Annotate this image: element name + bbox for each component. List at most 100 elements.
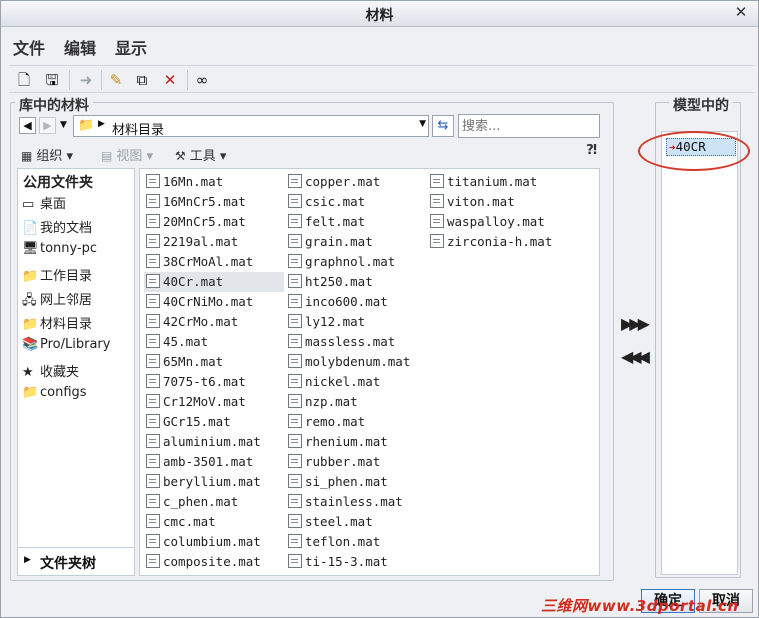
material-file[interactable]: copper.mat <box>286 172 424 192</box>
file-name: massless.mat <box>305 334 396 349</box>
folder-tree-toggle[interactable]: ▶ 文件夹树 <box>18 547 134 575</box>
place-item[interactable]: ★ 收藏夹 <box>22 361 79 380</box>
breadcrumb-arrow-icon: ▶ <box>98 119 105 129</box>
glasses-icon[interactable]: ∞ <box>191 69 213 91</box>
material-file[interactable]: amb-3501.mat <box>144 452 284 472</box>
history-dropdown[interactable]: ▼ <box>60 117 70 134</box>
material-file[interactable]: 16MnCr5.mat <box>144 192 284 212</box>
file-name: amb-3501.mat <box>163 454 254 469</box>
material-file[interactable]: nickel.mat <box>286 372 424 392</box>
file-icon <box>146 554 160 568</box>
material-file[interactable]: composite.mat <box>144 552 284 572</box>
view-menu[interactable]: ▤ 视图 ▾ <box>101 145 153 164</box>
place-item[interactable]: 📄 我的文档 <box>22 217 92 236</box>
material-file[interactable]: GCr15.mat <box>144 412 284 432</box>
menu-file[interactable]: 文件 <box>13 35 45 59</box>
tools-menu[interactable]: ⚒ 工具 ▾ <box>175 145 226 164</box>
forward-button[interactable]: ▶ <box>39 117 56 134</box>
material-file[interactable]: grain.mat <box>286 232 424 252</box>
place-item[interactable]: ▭ 桌面 <box>22 193 66 212</box>
file-name: grain.mat <box>305 234 373 249</box>
material-file[interactable]: 2219al.mat <box>144 232 284 252</box>
folder-icon: 📁 <box>22 317 39 332</box>
file-name: copper.mat <box>305 174 381 189</box>
address-bar[interactable]: 📁 ▶ 材料目录 ▼ <box>73 115 429 138</box>
material-file[interactable]: inco600.mat <box>286 292 424 312</box>
material-file[interactable]: si_phen.mat <box>286 472 424 492</box>
material-file[interactable]: steel.mat <box>286 512 424 532</box>
material-file[interactable]: columbium.mat <box>144 532 284 552</box>
place-item[interactable]: 🖥tonny-pc <box>22 241 97 256</box>
material-file[interactable]: cmc.mat <box>144 512 284 532</box>
place-item[interactable]: 📁 工作目录 <box>22 265 92 284</box>
material-file[interactable]: 65Mn.mat <box>144 352 284 372</box>
place-item[interactable]: 📚 Pro/Library <box>22 337 110 352</box>
material-file[interactable]: zirconia-h.mat <box>428 232 578 252</box>
menu-view[interactable]: 显示 <box>115 35 147 59</box>
organize-label: 组织 <box>36 149 63 164</box>
material-file[interactable]: 45.mat <box>144 332 284 352</box>
file-name: viton.mat <box>447 194 515 209</box>
material-file[interactable]: nzp.mat <box>286 392 424 412</box>
material-file[interactable]: 40Cr.mat <box>144 272 284 292</box>
file-name: rhenium.mat <box>305 434 388 449</box>
material-file[interactable]: teflon.mat <box>286 532 424 552</box>
material-file[interactable]: graphnol.mat <box>286 252 424 272</box>
close-button[interactable]: ✕ <box>732 3 750 21</box>
place-label: Pro/Library <box>40 337 111 352</box>
material-file[interactable]: 16Mn.mat <box>144 172 284 192</box>
favorites-icon: ★ <box>22 365 34 380</box>
material-file[interactable]: 40CrNiMo.mat <box>144 292 284 312</box>
material-file[interactable]: massless.mat <box>286 332 424 352</box>
material-file[interactable]: stainless.mat <box>286 492 424 512</box>
arrow-right-icon: ▶ <box>43 119 52 132</box>
model-material-item[interactable]: ➔40CR <box>666 138 736 156</box>
material-file[interactable]: waspalloy.mat <box>428 212 578 232</box>
material-file[interactable]: 7075-t6.mat <box>144 372 284 392</box>
material-file[interactable]: rubber.mat <box>286 452 424 472</box>
material-file[interactable]: 42CrMo.mat <box>144 312 284 332</box>
material-file[interactable]: aluminium.mat <box>144 432 284 452</box>
menu-edit[interactable]: 编辑 <box>64 35 96 59</box>
help-icon[interactable]: ⁈ <box>586 143 597 158</box>
material-file[interactable]: c_phen.mat <box>144 492 284 512</box>
file-name: 2219al.mat <box>163 234 239 249</box>
refresh-button[interactable]: ⇆ <box>432 115 454 137</box>
edit-pencil-icon[interactable]: ✎ <box>105 69 127 91</box>
material-file[interactable]: csic.mat <box>286 192 424 212</box>
material-file[interactable]: rhenium.mat <box>286 432 424 452</box>
delete-icon[interactable]: ✕ <box>159 69 181 91</box>
remove-from-model-button[interactable]: ◀◀◀ <box>621 347 650 366</box>
file-name: teflon.mat <box>305 534 381 549</box>
file-icon <box>288 454 302 468</box>
place-item[interactable]: 🖧 网上邻居 <box>22 289 92 313</box>
material-file[interactable]: ht250.mat <box>286 272 424 292</box>
place-item[interactable]: 📁 材料目录 <box>22 313 92 332</box>
material-file[interactable]: felt.mat <box>286 212 424 232</box>
new-file-icon[interactable]: 🗋 <box>13 69 35 91</box>
copy-icon[interactable]: ⧉ <box>131 69 153 91</box>
material-file[interactable]: titanium.mat <box>428 172 578 192</box>
search-input[interactable] <box>458 114 600 138</box>
organize-menu[interactable]: ▦ 组织 ▾ <box>21 145 73 164</box>
chevron-down-icon[interactable]: ▼ <box>419 119 426 129</box>
material-file[interactable]: remo.mat <box>286 412 424 432</box>
add-to-model-button[interactable]: ▶▶▶ <box>621 314 650 333</box>
material-file[interactable]: 20MnCr5.mat <box>144 212 284 232</box>
material-file[interactable]: ti-15-3.mat <box>286 552 424 572</box>
material-file[interactable]: 38CrMoAl.mat <box>144 252 284 272</box>
file-icon <box>146 274 160 288</box>
file-icon <box>288 334 302 348</box>
material-file[interactable]: molybdenum.mat <box>286 352 424 372</box>
material-file[interactable]: Cr12MoV.mat <box>144 392 284 412</box>
arrow-right-icon[interactable]: ➜ <box>75 69 97 91</box>
material-file[interactable]: ly12.mat <box>286 312 424 332</box>
file-name: 7075-t6.mat <box>163 374 246 389</box>
computer-icon: 🖥 <box>22 241 39 256</box>
material-file[interactable]: beryllium.mat <box>144 472 284 492</box>
file-name: nzp.mat <box>305 394 358 409</box>
back-button[interactable]: ◀ <box>19 117 36 134</box>
place-item[interactable]: 📁 configs <box>22 385 87 400</box>
material-file[interactable]: viton.mat <box>428 192 578 212</box>
save-icon[interactable]: 🖫 <box>41 69 63 91</box>
